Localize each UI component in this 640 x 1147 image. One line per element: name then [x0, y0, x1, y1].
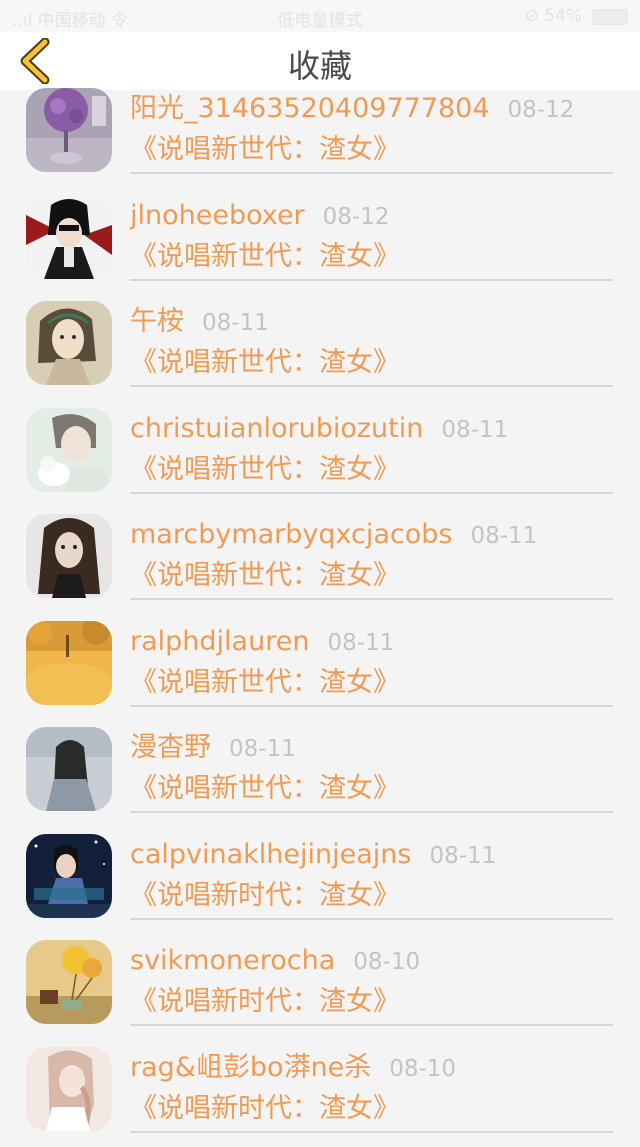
favorite-item[interactable]: svikmonerocha 08-10 《说唱新时代：渣女》	[0, 934, 640, 1041]
divider	[130, 172, 613, 174]
status-bar: ..ıl 中国移动 令 低电量模式 ⊘ 54%	[0, 0, 640, 32]
favorite-title: 《说唱新世代：渣女》	[130, 771, 400, 807]
post-date: 08-11	[429, 843, 496, 869]
divider	[130, 1024, 613, 1026]
favorite-item[interactable]: 午桉 08-11 《说唱新世代：渣女》	[0, 295, 640, 402]
post-date: 08-11	[229, 736, 296, 762]
favorite-title: 《说唱新世代：渣女》	[130, 345, 400, 381]
user-name: rag&岨彭bo漭ne杀	[130, 1052, 371, 1083]
post-date: 08-10	[389, 1056, 456, 1082]
divider	[130, 811, 613, 813]
divider	[130, 279, 613, 281]
favorite-item[interactable]: christuianlorubiozutin 08-11 《说唱新世代：渣女》	[0, 402, 640, 509]
user-name: svikmonerocha	[130, 945, 335, 976]
user-name: calpvinaklhejinjeajns	[130, 839, 411, 870]
user-name: jlnoheeboxer	[130, 200, 305, 231]
post-date: 08-12	[323, 204, 390, 230]
divider	[130, 598, 613, 600]
avatar[interactable]	[26, 514, 112, 598]
user-name: 阳光_31463520409777804	[130, 93, 490, 124]
post-date: 08-10	[353, 949, 420, 975]
favorite-item[interactable]: jlnoheeboxer 08-12 《说唱新世代：渣女》	[0, 189, 640, 296]
post-date: 08-11	[441, 417, 508, 443]
page-title: 收藏	[0, 46, 640, 86]
user-name: 午桉	[130, 306, 184, 337]
favorite-title: 《说唱新世代：渣女》	[130, 239, 400, 275]
favorite-title: 《说唱新时代：渣女》	[130, 1091, 400, 1127]
favorite-title: 《说唱新时代：渣女》	[130, 984, 400, 1020]
avatar[interactable]	[26, 834, 112, 918]
avatar[interactable]	[26, 1047, 112, 1131]
favorite-title: 《说唱新世代：渣女》	[130, 558, 400, 594]
user-name: 漫杳野	[130, 732, 211, 763]
user-name: ralphdjlauren	[130, 626, 309, 657]
avatar[interactable]	[26, 195, 112, 279]
favorite-item[interactable]: ralphdjlauren 08-11 《说唱新世代：渣女》	[0, 615, 640, 722]
favorite-item[interactable]: 漫杳野 08-11 《说唱新世代：渣女》	[0, 721, 640, 828]
favorite-title: 《说唱新时代：渣女》	[130, 878, 400, 914]
post-date: 08-11	[327, 630, 394, 656]
avatar[interactable]	[26, 88, 112, 172]
favorite-title: 《说唱新世代：渣女》	[130, 665, 400, 701]
post-date: 08-11	[202, 310, 269, 336]
favorite-title: 《说唱新世代：渣女》	[130, 452, 400, 488]
user-name: marcbymarbyqxcjacobs	[130, 519, 452, 550]
favorite-item[interactable]: 阳光_31463520409777804 08-12 《说唱新世代：渣女》	[0, 82, 640, 189]
favorite-item[interactable]: marcbymarbyqxcjacobs 08-11 《说唱新世代：渣女》	[0, 508, 640, 615]
avatar[interactable]	[26, 301, 112, 385]
divider	[130, 705, 613, 707]
divider	[130, 492, 613, 494]
favorite-item[interactable]: calpvinaklhejinjeajns 08-11 《说唱新时代：渣女》	[0, 828, 640, 935]
battery-percent: ⊘ 54%	[525, 6, 582, 26]
post-date: 08-12	[508, 97, 575, 123]
battery-icon	[592, 9, 628, 25]
avatar[interactable]	[26, 408, 112, 492]
favorites-list: 阳光_31463520409777804 08-12 《说唱新世代：渣女》 jln…	[0, 82, 640, 1147]
avatar[interactable]	[26, 727, 112, 811]
post-date: 08-11	[470, 523, 537, 549]
avatar[interactable]	[26, 940, 112, 1024]
favorite-title: 《说唱新世代：渣女》	[130, 132, 400, 168]
avatar[interactable]	[26, 621, 112, 705]
user-name: christuianlorubiozutin	[130, 413, 423, 444]
favorite-item[interactable]: rag&岨彭bo漭ne杀 08-10 《说唱新时代：渣女》	[0, 1041, 640, 1147]
divider	[130, 385, 613, 387]
divider	[130, 918, 613, 920]
divider	[130, 1131, 613, 1133]
